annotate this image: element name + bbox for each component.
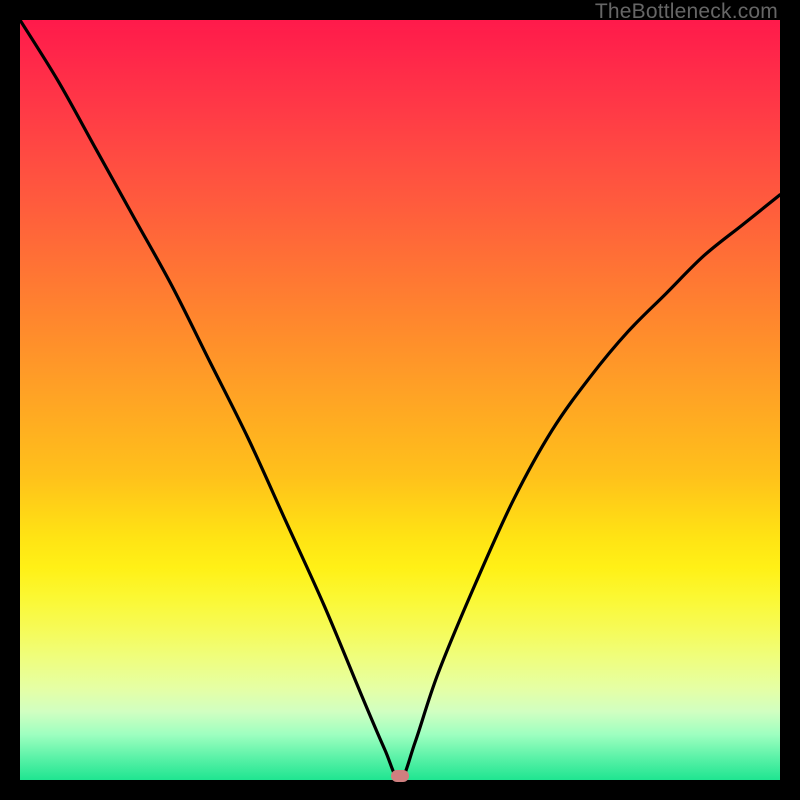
curve-path	[20, 20, 780, 780]
optimum-marker	[391, 770, 409, 782]
bottleneck-curve	[20, 20, 780, 780]
plot-area	[20, 20, 780, 780]
chart-frame: TheBottleneck.com	[0, 0, 800, 800]
